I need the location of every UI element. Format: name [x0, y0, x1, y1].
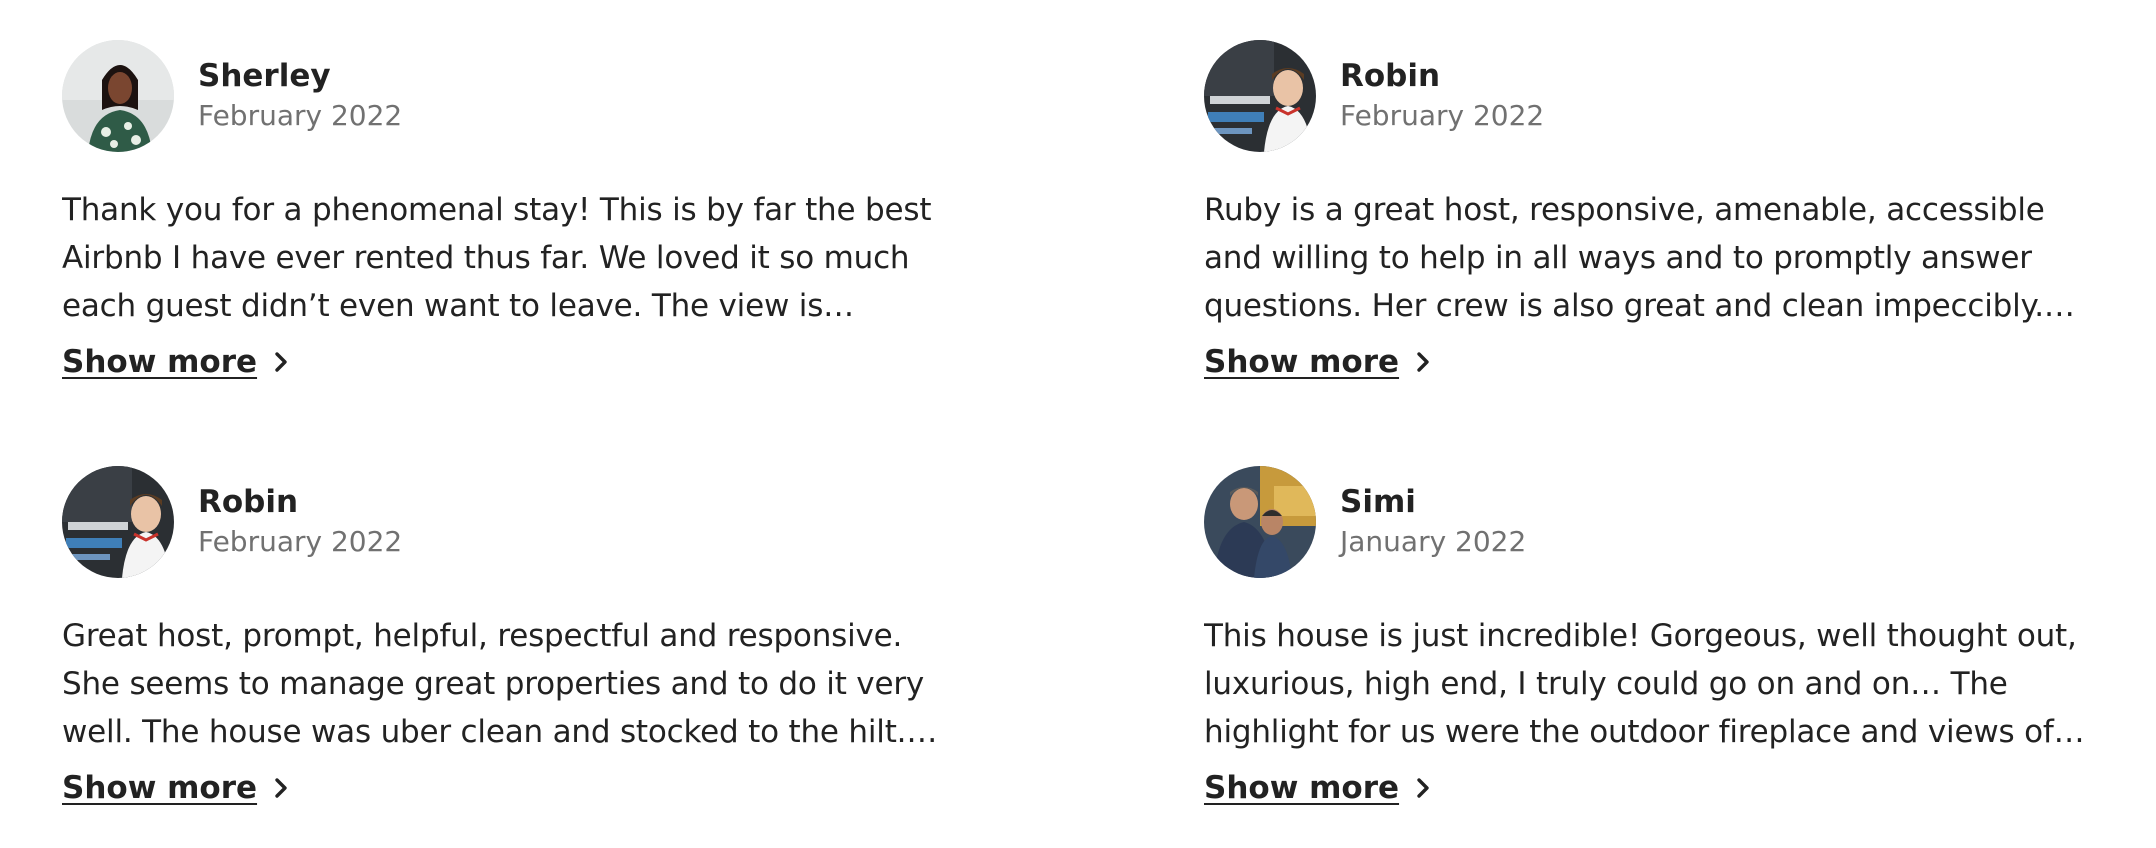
review-card: Sherley February 2022 Thank you for a ph…	[62, 40, 962, 382]
chevron-right-icon	[1415, 776, 1433, 800]
reviewer-meta: Robin February 2022	[198, 482, 402, 562]
show-more-button[interactable]: Show more	[1204, 342, 1433, 382]
review-header: Robin February 2022	[1204, 40, 2104, 152]
reviewer-meta: Simi January 2022	[1340, 482, 1526, 562]
show-more-button[interactable]: Show more	[62, 342, 291, 382]
review-text: Great host, prompt, helpful, respectful …	[62, 618, 925, 750]
review-card: Simi January 2022 This house is just inc…	[1204, 466, 2104, 808]
chevron-right-icon	[273, 776, 291, 800]
chevron-right-icon	[273, 350, 291, 374]
avatar[interactable]	[1204, 40, 1316, 152]
show-more-button[interactable]: Show more	[62, 768, 291, 808]
review-header: Simi January 2022	[1204, 466, 2104, 578]
avatar[interactable]	[1204, 466, 1316, 578]
review-date: February 2022	[198, 99, 403, 132]
review-text: Ruby is a great host, responsive, amenab…	[1204, 192, 2045, 324]
review-text: Thank you for a phenomenal stay! This is…	[62, 192, 932, 324]
review-date: February 2022	[198, 525, 403, 558]
reviews-grid: Sherley February 2022 Thank you for a ph…	[0, 0, 2156, 848]
show-more-label[interactable]: Show more	[62, 768, 257, 808]
review-text: This house is just incredible! Gorgeous,…	[1204, 618, 2077, 750]
reviewer-name: Sherley	[198, 58, 331, 94]
show-more-label[interactable]: Show more	[1204, 768, 1399, 808]
review-card: Robin February 2022 Great host, prompt, …	[62, 466, 962, 808]
review-card: Robin February 2022 Ruby is a great host…	[1204, 40, 2104, 382]
reviewer-name: Simi	[1340, 484, 1416, 520]
review-date: January 2022	[1340, 525, 1527, 558]
reviewer-name: Robin	[1340, 58, 1441, 94]
show-more-label[interactable]: Show more	[62, 342, 257, 382]
review-header: Sherley February 2022	[62, 40, 962, 152]
review-header: Robin February 2022	[62, 466, 962, 578]
chevron-right-icon	[1415, 350, 1433, 374]
show-more-button[interactable]: Show more	[1204, 768, 1433, 808]
reviewer-name: Robin	[198, 484, 299, 520]
show-more-label[interactable]: Show more	[1204, 342, 1399, 382]
avatar[interactable]	[62, 466, 174, 578]
avatar[interactable]	[62, 40, 174, 152]
review-date: February 2022	[1340, 99, 1545, 132]
reviewer-meta: Sherley February 2022	[198, 56, 402, 136]
reviewer-meta: Robin February 2022	[1340, 56, 1544, 136]
